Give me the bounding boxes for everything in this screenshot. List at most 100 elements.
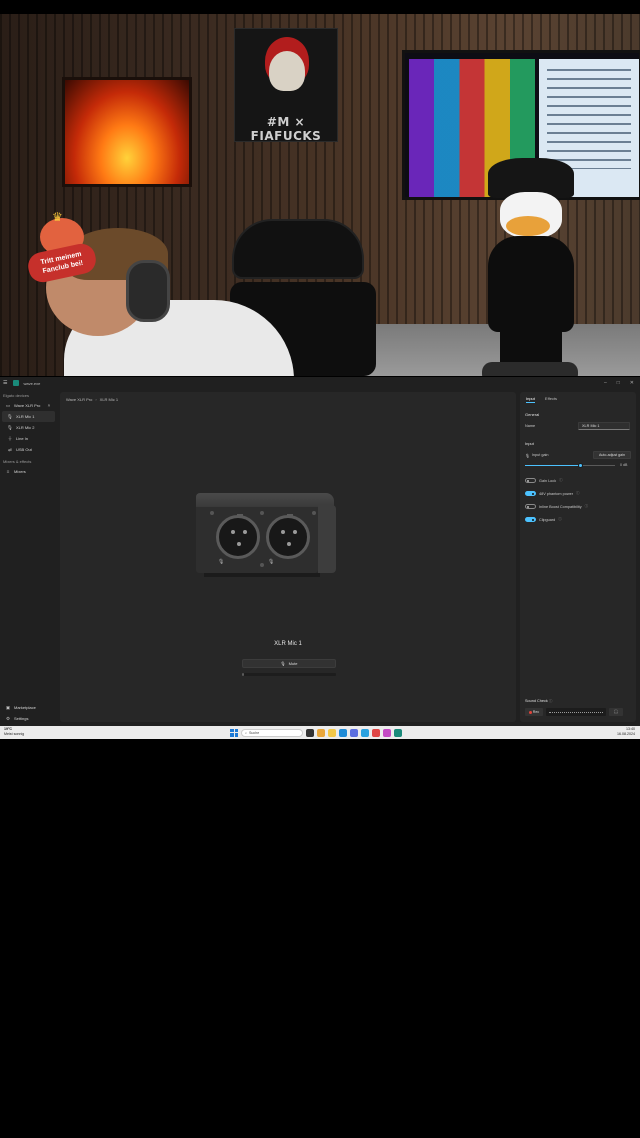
port-1-microphone-icon: 🎙 <box>218 559 225 565</box>
breadcrumb-device[interactable]: Wave XLR Pro <box>66 397 92 402</box>
start-tile <box>234 728 238 732</box>
xlr-pin <box>281 530 285 534</box>
sidebar-item-line-in[interactable]: ⏚ Line In <box>2 433 55 444</box>
chrome-icon[interactable] <box>317 728 325 737</box>
fanclub-badge-text: Tritt meinem Fanclub bei! <box>25 241 99 285</box>
clipguard-toggle[interactable] <box>525 517 536 522</box>
toggle-gain-lock[interactable]: Gain Lock ⓘ <box>525 477 563 484</box>
maximize-icon[interactable]: □ <box>617 380 620 386</box>
level-meter-fill <box>242 673 244 676</box>
system-clock[interactable]: 13:40 16.08.2024 <box>617 727 635 736</box>
fireplace-picture <box>62 77 192 187</box>
crown-icon: ♛ <box>52 210 63 224</box>
gain-slider[interactable] <box>525 463 615 468</box>
info-icon[interactable]: ⓘ <box>549 699 553 703</box>
minimize-icon[interactable]: – <box>604 380 607 386</box>
toggle-label: Clipguard <box>539 517 556 522</box>
start-tile <box>230 733 234 737</box>
panel-tabs: Input Effects <box>526 396 557 403</box>
edge-icon[interactable] <box>339 728 347 737</box>
sidebar-item-settings[interactable]: ⚙ Settings <box>2 713 55 724</box>
name-input[interactable]: XLR Mic 1 <box>578 422 630 430</box>
search-icon: ⌕ <box>245 730 248 735</box>
fanclub-badge[interactable]: ♛ Tritt meinem Fanclub bei! <box>25 210 99 285</box>
toggle-phantom-power[interactable]: 48V phantom power ⓘ <box>525 490 579 497</box>
headphones-icon[interactable]: 🎧 <box>609 708 623 716</box>
info-icon[interactable]: ⓘ <box>585 504 589 509</box>
window-controls: – □ ✕ <box>604 380 640 386</box>
tab-effects[interactable]: Effects <box>545 396 557 403</box>
gain-slider-thumb[interactable] <box>578 463 584 468</box>
mute-button[interactable]: 🎙 Mute <box>242 659 336 668</box>
sidebar-item-xlr-mic-1[interactable]: 🎙 XLR Mic 1 <box>2 411 55 422</box>
mute-label: Mute <box>288 661 298 666</box>
file-explorer-icon[interactable] <box>328 728 336 737</box>
device-screw <box>260 563 264 567</box>
breadcrumb: Wave XLR Pro › XLR Mic 1 <box>66 397 118 402</box>
microphone-icon: 🎙 <box>280 661 286 666</box>
sidebar-item-label: Wave XLR Pro <box>14 403 41 408</box>
info-icon[interactable]: ⓘ <box>576 491 580 496</box>
gain-row: 🎙 Input gain Auto-adjust gain <box>525 451 631 459</box>
record-label: Rec <box>532 710 540 714</box>
menu-icon[interactable]: ☰ <box>3 380 7 386</box>
sidebar-item-device[interactable]: ▭ Wave XLR Pro ˄ <box>2 400 55 411</box>
sidebar-item-marketplace[interactable]: ▣ Marketplace <box>2 702 55 713</box>
start-button[interactable] <box>230 728 238 737</box>
wall-poster: #M × FIAFUCKS <box>234 28 338 143</box>
section-general: General <box>525 412 540 417</box>
task-view-icon[interactable] <box>306 728 314 737</box>
taskbar: 19°C Meist sonnig ⌕ Suche 13:40 16.08.20… <box>0 726 640 739</box>
gain-slider-fill <box>525 465 581 466</box>
record-button[interactable]: Rec <box>525 708 543 716</box>
usb-icon: ⇌ <box>8 446 12 452</box>
app-icon[interactable] <box>361 728 369 737</box>
xlr-pin <box>293 530 297 534</box>
sidebar-item-label: Line In <box>16 436 29 441</box>
toggle-inline-boost[interactable]: Inline Boost Compatibility ⓘ <box>525 503 588 510</box>
sound-check-text: Sound Check <box>525 699 548 703</box>
microphone-icon: 🎙 <box>7 424 13 430</box>
toggle-clipguard[interactable]: Clipguard ⓘ <box>525 516 562 523</box>
sidebar-section-mixers: Mixers & effects <box>3 459 32 464</box>
sidebar-item-label: XLR Mic 2 <box>16 425 35 430</box>
start-tile <box>230 728 234 732</box>
xlr-pin <box>243 530 247 534</box>
gear-icon: ⚙ <box>5 715 11 721</box>
sidebar-item-label: Settings <box>14 716 29 721</box>
app-icon[interactable] <box>383 728 391 737</box>
microphone-icon: 🎙 <box>525 453 530 458</box>
inline-boost-toggle[interactable] <box>525 504 536 509</box>
device-screw <box>210 511 214 515</box>
wave-app-icon[interactable] <box>394 728 402 737</box>
store-icon[interactable] <box>350 728 358 737</box>
channel-title: XLR Mic 1 <box>274 641 302 647</box>
sound-check-row: Rec 🎧 <box>525 708 631 716</box>
start-tile <box>234 733 238 737</box>
tab-input[interactable]: Input <box>526 396 535 403</box>
breadcrumb-separator-icon: › <box>95 397 97 402</box>
sidebar-item-xlr-mic-2[interactable]: 🎙 XLR Mic 2 <box>2 422 55 433</box>
auto-adjust-gain-button[interactable]: Auto-adjust gain <box>593 451 631 459</box>
info-icon[interactable]: ⓘ <box>559 478 563 483</box>
device-icon: ▭ <box>5 402 11 408</box>
sidebar-bottom: ▣ Marketplace ⚙ Settings <box>0 702 57 724</box>
sidebar: Elgato devices ▭ Wave XLR Pro ˄ 🎙 XLR Mi… <box>0 389 57 726</box>
sidebar-item-mixers[interactable]: ≡ Mixers <box>2 466 55 477</box>
duck-shoes <box>482 362 578 376</box>
device-screw <box>312 511 316 515</box>
sidebar-item-usb-out[interactable]: ⇌ USB Out <box>2 444 55 455</box>
weather-desc: Meist sonnig <box>4 731 25 736</box>
info-icon[interactable]: ⓘ <box>558 517 562 522</box>
taskbar-search[interactable]: ⌕ Suche <box>241 728 303 737</box>
app-icon[interactable] <box>372 728 380 737</box>
sidebar-item-label: XLR Mic 1 <box>16 414 35 419</box>
gain-lock-toggle[interactable] <box>525 478 536 483</box>
app-logo-icon <box>13 380 20 386</box>
phantom-power-toggle[interactable] <box>525 491 536 496</box>
wave-app-window: ☰ wave.exe – □ ✕ Elgato devices ▭ Wave X… <box>0 377 640 726</box>
chevron-up-icon[interactable]: ˄ <box>46 403 52 408</box>
weather-widget[interactable]: 19°C Meist sonnig <box>4 727 24 736</box>
wave-xlr-device-image: 🎙 🎙 <box>194 493 338 581</box>
close-icon[interactable]: ✕ <box>630 380 634 386</box>
